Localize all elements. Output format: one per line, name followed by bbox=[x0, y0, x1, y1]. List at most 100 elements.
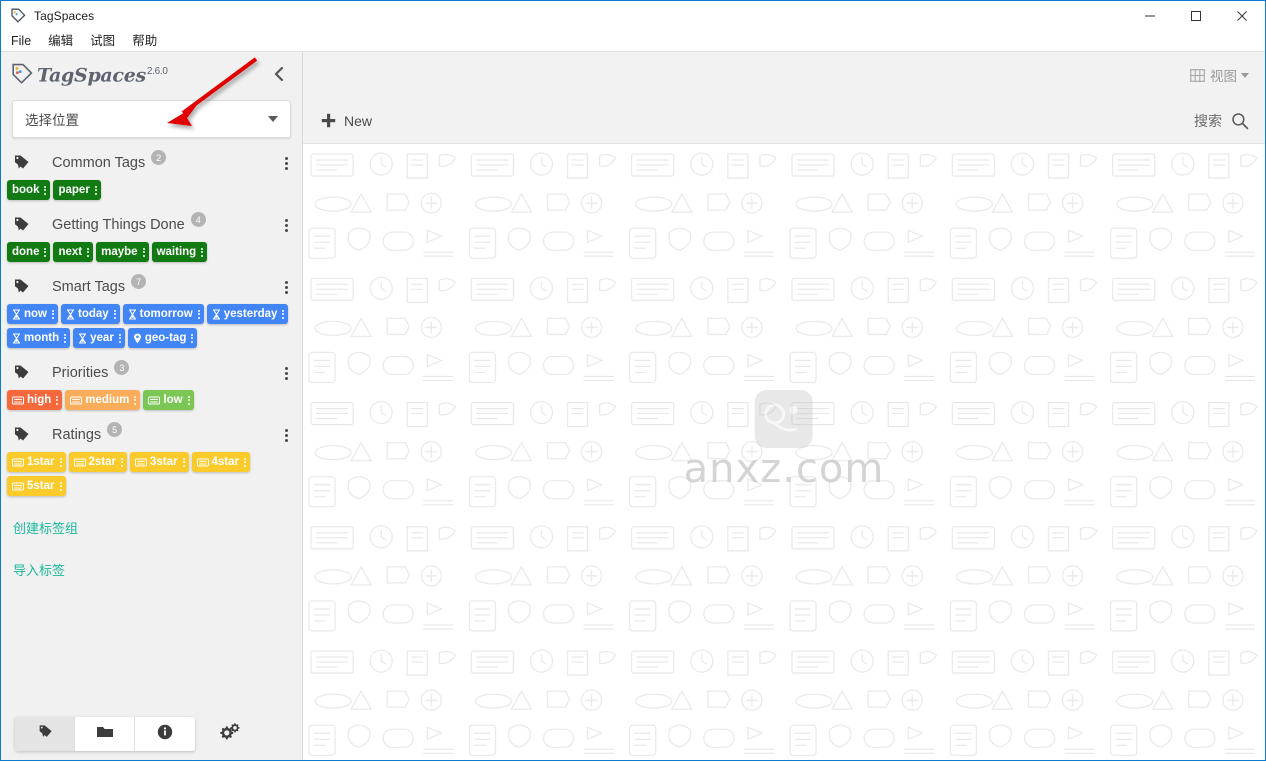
tag-group-header[interactable]: Priorities 3 bbox=[1, 356, 302, 390]
tag-menu-icon[interactable] bbox=[56, 395, 59, 405]
sidebar-links: 创建标签组 导入标签 bbox=[1, 504, 302, 579]
tag-menu-icon[interactable] bbox=[244, 457, 246, 467]
tag-label: 5star bbox=[27, 480, 55, 492]
tag-5star[interactable]: 5star bbox=[7, 476, 66, 496]
tag-tomorrow[interactable]: tomorrow bbox=[122, 304, 204, 324]
tag-menu-icon[interactable] bbox=[282, 309, 285, 319]
tag-today[interactable]: today bbox=[61, 304, 120, 324]
tag-menu-icon[interactable] bbox=[134, 395, 137, 405]
tag-menu-icon[interactable] bbox=[191, 333, 194, 343]
menu-item-edit[interactable]: 编辑 bbox=[48, 31, 73, 52]
tag-group-title: Ratings bbox=[52, 427, 102, 443]
window-body: TagSpaces2.6.0 选择位置 Common Tags 2 book p… bbox=[1, 52, 1265, 760]
tag-menu-icon[interactable] bbox=[182, 457, 185, 467]
info-icon bbox=[157, 724, 173, 745]
location-pin-icon bbox=[133, 333, 142, 344]
tag-group-menu-icon[interactable] bbox=[283, 153, 290, 174]
tags-icon bbox=[11, 364, 31, 382]
tag-geo-tag[interactable]: geo-tag bbox=[127, 328, 198, 348]
tag-menu-icon[interactable] bbox=[44, 185, 47, 195]
import-tags-link[interactable]: 导入标签 bbox=[13, 560, 302, 579]
tag-label: 2star bbox=[88, 456, 117, 468]
new-button[interactable]: New bbox=[321, 113, 372, 129]
tag-menu-icon[interactable] bbox=[197, 309, 200, 319]
tag-group-count: 7 bbox=[131, 274, 147, 289]
tag-group-count: 5 bbox=[107, 422, 123, 437]
tag-now[interactable]: now bbox=[7, 304, 58, 324]
tag-menu-icon[interactable] bbox=[121, 457, 123, 467]
tag-paper[interactable]: paper bbox=[53, 180, 101, 200]
maximize-button[interactable] bbox=[1173, 1, 1219, 31]
tag-group-header[interactable]: Getting Things Done 4 bbox=[1, 208, 302, 242]
tag-label: geo-tag bbox=[144, 332, 187, 344]
file-manager-button[interactable] bbox=[75, 717, 135, 751]
tag-year[interactable]: year bbox=[73, 328, 125, 348]
grid-view-icon bbox=[1190, 68, 1205, 83]
tag-list: done next maybe waiting bbox=[1, 242, 302, 268]
chevron-left-icon[interactable] bbox=[266, 61, 292, 87]
tag-maybe[interactable]: maybe bbox=[96, 242, 149, 262]
tag-menu-icon[interactable] bbox=[64, 333, 67, 343]
tag-2star[interactable]: 2star bbox=[68, 452, 127, 472]
tag-done[interactable]: done bbox=[7, 242, 51, 262]
close-button[interactable] bbox=[1219, 1, 1265, 31]
tag-menu-icon[interactable] bbox=[52, 309, 54, 319]
menu-item-file[interactable]: File bbox=[11, 31, 31, 52]
main-panel: 视图 New 搜索 anxz.com bbox=[303, 52, 1265, 760]
tag-group-menu-icon[interactable] bbox=[283, 363, 290, 384]
search-button-label: 搜索 bbox=[1194, 112, 1222, 129]
tag-menu-icon[interactable] bbox=[201, 247, 204, 257]
tag-menu-icon[interactable] bbox=[187, 395, 190, 405]
settings-button[interactable] bbox=[213, 718, 245, 750]
tag-library-button[interactable] bbox=[15, 717, 75, 751]
create-tag-group-link[interactable]: 创建标签组 bbox=[13, 518, 302, 537]
tag-group-menu-icon[interactable] bbox=[283, 215, 290, 236]
minimize-button[interactable] bbox=[1127, 1, 1173, 31]
tag-group-list[interactable]: Common Tags 2 book paper Getting Things … bbox=[1, 138, 302, 708]
tag-menu-icon[interactable] bbox=[118, 333, 121, 343]
tag-4star[interactable]: 4star bbox=[191, 452, 250, 472]
tag-menu-icon[interactable] bbox=[113, 309, 116, 319]
plus-icon bbox=[321, 113, 336, 128]
tag-next[interactable]: next bbox=[53, 242, 94, 262]
content-canvas[interactable]: anxz.com bbox=[303, 144, 1265, 760]
tag-yesterday[interactable]: yesterday bbox=[206, 304, 289, 324]
tag-menu-icon[interactable] bbox=[142, 247, 145, 257]
tag-high[interactable]: high bbox=[7, 390, 63, 410]
tag-menu-icon[interactable] bbox=[94, 185, 97, 195]
tag-group-header[interactable]: Ratings 5 bbox=[1, 418, 302, 452]
tags-icon bbox=[11, 426, 31, 444]
tag-menu-icon[interactable] bbox=[87, 247, 90, 257]
keyboard-icon bbox=[196, 458, 209, 467]
tag-1star[interactable]: 1star bbox=[7, 452, 66, 472]
tag-medium[interactable]: medium bbox=[65, 390, 141, 410]
tag-label: next bbox=[58, 246, 83, 258]
tag-menu-icon[interactable] bbox=[59, 457, 62, 467]
search-button[interactable]: 搜索 bbox=[1194, 111, 1249, 131]
tag-group-header[interactable]: Common Tags 2 bbox=[1, 146, 302, 180]
tag-menu-icon[interactable] bbox=[59, 481, 62, 491]
tag-group-menu-icon[interactable] bbox=[283, 425, 290, 446]
tag-group-title: Common Tags bbox=[52, 155, 146, 171]
view-button[interactable]: 视图 bbox=[1190, 65, 1249, 85]
tag-label: 3star bbox=[150, 456, 178, 468]
tag-waiting[interactable]: waiting bbox=[151, 242, 208, 262]
tag-menu-icon[interactable] bbox=[44, 247, 47, 257]
location-select[interactable]: 选择位置 bbox=[12, 100, 291, 138]
tag-label: medium bbox=[85, 394, 130, 406]
menu-item-help[interactable]: 帮助 bbox=[132, 31, 157, 52]
tag-label: maybe bbox=[101, 246, 138, 258]
tag-book[interactable]: book bbox=[7, 180, 51, 200]
tag-low[interactable]: low bbox=[143, 390, 194, 410]
tag-3star[interactable]: 3star bbox=[130, 452, 189, 472]
info-button[interactable] bbox=[135, 717, 195, 751]
tag-label: waiting bbox=[156, 246, 197, 258]
menu-item-view[interactable]: 试图 bbox=[90, 31, 115, 52]
tag-group-header[interactable]: Smart Tags 7 bbox=[1, 270, 302, 304]
folder-icon bbox=[96, 724, 114, 744]
tag-month[interactable]: month bbox=[7, 328, 71, 348]
tag-label: high bbox=[27, 394, 52, 406]
new-button-label: New bbox=[344, 112, 373, 129]
tags-icon bbox=[11, 278, 31, 296]
tag-group-menu-icon[interactable] bbox=[283, 277, 290, 298]
